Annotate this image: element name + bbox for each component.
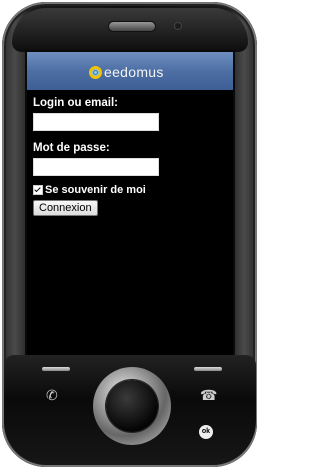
phone-keypad: ✆ ☎ ok [4, 355, 256, 465]
end-call-icon[interactable]: ☎ [200, 387, 217, 404]
eedomus-logo: eedomus [89, 63, 164, 81]
navigation-dpad[interactable] [93, 367, 171, 445]
password-label: Mot de passe: [33, 142, 110, 154]
right-soft-key[interactable] [194, 367, 222, 371]
remember-me-row[interactable]: Se souvenir de moi [33, 184, 223, 196]
front-camera-sensor [175, 23, 181, 29]
logo-text: eedomus [104, 64, 164, 80]
call-icon[interactable]: ✆ [46, 387, 58, 404]
login-label: Login ou email: [33, 97, 118, 109]
app-header: eedomus [27, 52, 233, 90]
ok-button[interactable]: ok [199, 425, 213, 439]
password-input[interactable] [33, 158, 159, 176]
dpad-center-button[interactable] [106, 380, 158, 432]
remember-me-checkbox[interactable] [33, 185, 43, 195]
login-form: Login ou email: Mot de passe: Se souveni… [33, 96, 223, 216]
logo-ring-icon [89, 65, 102, 79]
login-input[interactable] [33, 113, 159, 131]
login-button[interactable]: Connexion [33, 200, 98, 216]
left-soft-key[interactable] [42, 367, 70, 371]
phone-screen: eedomus Login ou email: Mot de passe: Se… [27, 52, 233, 355]
remember-me-label: Se souvenir de moi [45, 184, 146, 196]
earpiece-speaker [109, 22, 155, 31]
